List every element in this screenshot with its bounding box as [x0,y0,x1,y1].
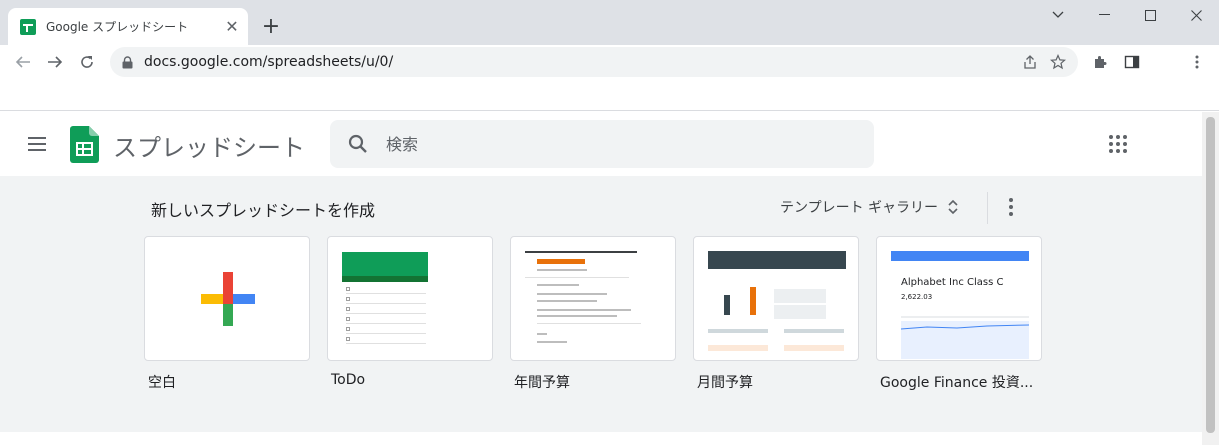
window-close-icon[interactable] [1173,0,1219,30]
annual-top-rule [525,251,637,253]
side-panel-icon[interactable] [1119,49,1145,75]
main-menu-icon[interactable] [22,130,52,158]
template-card-finance[interactable]: Alphabet Inc Class C 2,622.03 Google Fin… [876,236,1042,392]
search-input[interactable] [386,134,846,154]
template-section-title: 新しいスプレッドシートを作成 [151,201,376,220]
address-url[interactable]: docs.google.com/spreadsheets/u/0/ [144,54,1016,70]
doc-text-line [537,315,617,317]
todo-row-line [346,313,426,314]
share-icon[interactable] [1016,50,1044,74]
page-bottom [0,432,1202,445]
template-thumb-blank[interactable] [144,236,310,361]
sheets-favicon-icon [20,18,36,35]
browser-tab[interactable]: Google スプレッドシート ✕ [8,8,248,45]
unfold-icon [948,199,958,215]
lock-icon[interactable] [120,55,134,69]
template-thumb-finance[interactable]: Alphabet Inc Class C 2,622.03 [876,236,1042,361]
doc-rule [525,277,629,278]
bookmark-star-icon[interactable] [1044,50,1072,74]
template-label: ToDo [331,372,366,388]
todo-checkbox [346,317,350,321]
search-icon[interactable] [346,132,370,156]
todo-checkbox [346,297,350,301]
reload-icon[interactable] [74,49,100,75]
browser-tab-strip: Google スプレッドシート ✕ + [0,0,1219,45]
doc-text-line [537,341,567,343]
finance-mini-chart [900,316,1030,359]
window-maximize-icon[interactable] [1127,0,1173,30]
back-arrow-icon[interactable] [10,49,36,75]
template-thumb-annual-budget[interactable] [510,236,676,361]
doc-text-line [537,269,587,271]
todo-row-line [346,333,426,334]
template-label: 月間予算 [697,375,753,391]
address-bar[interactable]: docs.google.com/spreadsheets/u/0/ [110,47,1078,77]
template-section: 新しいスプレッドシートを作成 テンプレート ギャラリー 空白 ToDo 年間予算… [0,176,1202,432]
template-label: Google Finance 投資... [880,375,1034,391]
todo-row-line [346,293,426,294]
sheets-logo-icon[interactable] [70,126,99,163]
template-gallery-button[interactable]: テンプレート ギャラリー [780,192,958,222]
browser-menu-icon[interactable] [1184,49,1210,75]
todo-checkbox [346,337,350,341]
template-card-todo[interactable]: ToDo [327,236,493,388]
annual-title-bar [537,259,585,264]
template-gallery-label: テンプレート ギャラリー [780,200,939,216]
todo-checkbox [346,327,350,331]
app-name[interactable]: スプレッドシート [113,128,305,163]
doc-rule [537,323,641,324]
tab-close-icon[interactable]: ✕ [222,17,242,37]
template-card-monthly-budget[interactable]: 月間予算 [693,236,859,392]
todo-header-bar [342,252,428,276]
template-thumb-monthly-budget[interactable] [693,236,859,361]
app-header: スプレッドシート [0,112,1202,176]
window-minimize-icon[interactable] [1081,0,1127,30]
template-card-blank[interactable]: 空白 [144,236,310,392]
browser-toolbar: docs.google.com/spreadsheets/u/0/ [0,45,1219,79]
doc-text-line [537,293,607,295]
new-tab-plus-icon[interactable]: + [258,13,284,39]
page-scrollbar-thumb[interactable] [1206,117,1215,433]
search-box[interactable] [330,120,874,168]
todo-checkbox [346,307,350,311]
doc-text-line [537,284,579,286]
doc-text-line [537,333,547,335]
template-label: 年間予算 [514,375,570,391]
more-options-icon[interactable] [999,194,1023,220]
doc-text-line [537,300,597,302]
todo-row-line [346,303,426,304]
google-apps-grid-icon[interactable] [1106,132,1130,156]
bookmark-bar-gap [0,79,1219,111]
forward-arrow-icon[interactable] [42,49,68,75]
template-label: 空白 [148,375,176,391]
todo-checkbox [346,287,350,291]
toolbar-divider [987,192,988,224]
plus-icon [201,272,255,326]
monthly-mini-chart [708,287,844,351]
todo-row-line [346,323,426,324]
todo-row-line [346,343,426,344]
todo-subheader-bar [342,276,428,282]
template-thumb-todo[interactable] [327,236,493,361]
tab-title: Google スプレッドシート [46,20,189,34]
template-card-annual-budget[interactable]: 年間予算 [510,236,676,392]
tab-search-chevron-icon[interactable] [1035,0,1081,30]
doc-text-line [537,309,631,311]
extensions-puzzle-icon[interactable] [1087,49,1113,75]
